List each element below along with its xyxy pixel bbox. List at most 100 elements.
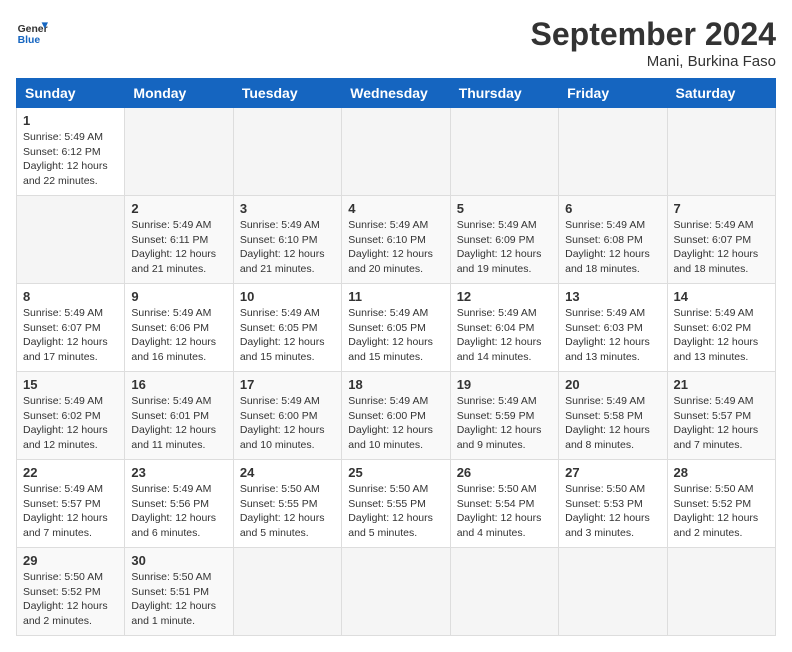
svg-text:Blue: Blue (18, 35, 41, 46)
day-info: Sunrise: 5:49 AMSunset: 6:07 PMDaylight:… (674, 218, 769, 277)
day-number: 24 (240, 465, 335, 480)
calendar-day (450, 548, 558, 636)
calendar-day: 11Sunrise: 5:49 AMSunset: 6:05 PMDayligh… (342, 284, 450, 372)
day-info: Sunrise: 5:49 AMSunset: 6:03 PMDaylight:… (565, 306, 660, 365)
calendar-day: 6 Sunrise: 5:49 AMSunset: 6:08 PMDaylight… (559, 196, 667, 284)
calendar-day: 2 Sunrise: 5:49 AMSunset: 6:11 PMDaylight… (125, 196, 233, 284)
day-info: Sunrise: 5:50 AMSunset: 5:53 PMDaylight:… (565, 482, 660, 541)
day-info: Sunrise: 5:49 AMSunset: 6:00 PMDaylight:… (348, 394, 443, 453)
weekday-header-row: Sunday Monday Tuesday Wednesday Thursday… (17, 79, 776, 108)
calendar-day: 28 Sunrise: 5:50 AMSunset: 5:52 PMDayligh… (667, 460, 775, 548)
day-info: Sunrise: 5:49 AMSunset: 6:10 PMDaylight:… (348, 218, 443, 277)
calendar-day (342, 108, 450, 196)
header-thursday: Thursday (450, 79, 558, 108)
title-area: September 2024 Mani, Burkina Faso (531, 16, 776, 70)
day-number: 22 (23, 465, 118, 480)
week-row: 29Sunrise: 5:50 AMSunset: 5:52 PMDayligh… (17, 548, 776, 636)
day-number: 11 (348, 289, 443, 304)
day-info: Sunrise: 5:49 AMSunset: 6:02 PMDaylight:… (23, 394, 118, 453)
header-friday: Friday (559, 79, 667, 108)
week-row: 2 Sunrise: 5:49 AMSunset: 6:11 PMDaylight… (17, 196, 776, 284)
day-number: 8 (23, 289, 118, 304)
day-number: 13 (565, 289, 660, 304)
calendar-day: 29Sunrise: 5:50 AMSunset: 5:52 PMDayligh… (17, 548, 125, 636)
day-info: Sunrise: 5:49 AMSunset: 5:57 PMDaylight:… (674, 394, 769, 453)
calendar-day: 17 Sunrise: 5:49 AMSunset: 6:00 PMDayligh… (233, 372, 341, 460)
day-info: Sunrise: 5:49 AMSunset: 6:12 PMDaylight:… (23, 130, 118, 189)
month-title: September 2024 (531, 16, 776, 53)
day-info: Sunrise: 5:49 AMSunset: 6:04 PMDaylight:… (457, 306, 552, 365)
day-number: 19 (457, 377, 552, 392)
day-info: Sunrise: 5:49 AMSunset: 6:06 PMDaylight:… (131, 306, 226, 365)
day-number: 23 (131, 465, 226, 480)
calendar-day (125, 108, 233, 196)
day-number: 15 (23, 377, 118, 392)
calendar-day (17, 196, 125, 284)
day-number: 20 (565, 377, 660, 392)
calendar-day: 20Sunrise: 5:49 AMSunset: 5:58 PMDayligh… (559, 372, 667, 460)
day-info: Sunrise: 5:49 AMSunset: 6:10 PMDaylight:… (240, 218, 335, 277)
day-info: Sunrise: 5:50 AMSunset: 5:52 PMDaylight:… (674, 482, 769, 541)
calendar-day: 14 Sunrise: 5:49 AMSunset: 6:02 PMDayligh… (667, 284, 775, 372)
calendar-day (559, 548, 667, 636)
calendar-day: 4 Sunrise: 5:49 AMSunset: 6:10 PMDaylight… (342, 196, 450, 284)
day-number: 1 (23, 113, 118, 128)
logo-icon: General Blue (16, 16, 48, 48)
calendar-day: 15 Sunrise: 5:49 AMSunset: 6:02 PMDayligh… (17, 372, 125, 460)
calendar-day: 19Sunrise: 5:49 AMSunset: 5:59 PMDayligh… (450, 372, 558, 460)
calendar-day: 21Sunrise: 5:49 AMSunset: 5:57 PMDayligh… (667, 372, 775, 460)
calendar-day: 16Sunrise: 5:49 AMSunset: 6:01 PMDayligh… (125, 372, 233, 460)
calendar-day (342, 548, 450, 636)
calendar-day: 9 Sunrise: 5:49 AMSunset: 6:06 PMDaylight… (125, 284, 233, 372)
day-info: Sunrise: 5:50 AMSunset: 5:54 PMDaylight:… (457, 482, 552, 541)
day-number: 7 (674, 201, 769, 216)
calendar-day: 10Sunrise: 5:49 AMSunset: 6:05 PMDayligh… (233, 284, 341, 372)
day-number: 6 (565, 201, 660, 216)
calendar-day: 8 Sunrise: 5:49 AMSunset: 6:07 PMDaylight… (17, 284, 125, 372)
calendar-day (233, 548, 341, 636)
day-info: Sunrise: 5:50 AMSunset: 5:55 PMDaylight:… (240, 482, 335, 541)
day-number: 26 (457, 465, 552, 480)
day-number: 28 (674, 465, 769, 480)
day-info: Sunrise: 5:49 AMSunset: 6:09 PMDaylight:… (457, 218, 552, 277)
location-subtitle: Mani, Burkina Faso (531, 53, 776, 70)
logo: General Blue (16, 16, 52, 48)
week-row: 22 Sunrise: 5:49 AMSunset: 5:57 PMDayligh… (17, 460, 776, 548)
calendar-day: 30 Sunrise: 5:50 AMSunset: 5:51 PMDayligh… (125, 548, 233, 636)
day-info: Sunrise: 5:49 AMSunset: 6:11 PMDaylight:… (131, 218, 226, 277)
calendar-day: 24 Sunrise: 5:50 AMSunset: 5:55 PMDayligh… (233, 460, 341, 548)
header-wednesday: Wednesday (342, 79, 450, 108)
day-number: 17 (240, 377, 335, 392)
calendar-day: 7 Sunrise: 5:49 AMSunset: 6:07 PMDaylight… (667, 196, 775, 284)
page-header: General Blue September 2024 Mani, Burkin… (16, 16, 776, 70)
calendar-day: 13 Sunrise: 5:49 AMSunset: 6:03 PMDayligh… (559, 284, 667, 372)
header-sunday: Sunday (17, 79, 125, 108)
calendar-day: 1 Sunrise: 5:49 AMSunset: 6:12 PMDaylight… (17, 108, 125, 196)
day-info: Sunrise: 5:49 AMSunset: 5:57 PMDaylight:… (23, 482, 118, 541)
calendar-day: 18 Sunrise: 5:49 AMSunset: 6:00 PMDayligh… (342, 372, 450, 460)
day-number: 4 (348, 201, 443, 216)
calendar-day: 27Sunrise: 5:50 AMSunset: 5:53 PMDayligh… (559, 460, 667, 548)
day-info: Sunrise: 5:49 AMSunset: 6:00 PMDaylight:… (240, 394, 335, 453)
day-number: 2 (131, 201, 226, 216)
week-row: 8 Sunrise: 5:49 AMSunset: 6:07 PMDaylight… (17, 284, 776, 372)
day-number: 14 (674, 289, 769, 304)
day-number: 5 (457, 201, 552, 216)
calendar-day (450, 108, 558, 196)
day-info: Sunrise: 5:49 AMSunset: 6:02 PMDaylight:… (674, 306, 769, 365)
day-number: 3 (240, 201, 335, 216)
day-info: Sunrise: 5:49 AMSunset: 6:07 PMDaylight:… (23, 306, 118, 365)
day-info: Sunrise: 5:49 AMSunset: 6:05 PMDaylight:… (240, 306, 335, 365)
calendar-day: 5 Sunrise: 5:49 AMSunset: 6:09 PMDaylight… (450, 196, 558, 284)
calendar-day (559, 108, 667, 196)
header-saturday: Saturday (667, 79, 775, 108)
week-row: 15 Sunrise: 5:49 AMSunset: 6:02 PMDayligh… (17, 372, 776, 460)
day-info: Sunrise: 5:50 AMSunset: 5:55 PMDaylight:… (348, 482, 443, 541)
day-info: Sunrise: 5:49 AMSunset: 6:08 PMDaylight:… (565, 218, 660, 277)
day-number: 30 (131, 553, 226, 568)
day-info: Sunrise: 5:50 AMSunset: 5:52 PMDaylight:… (23, 570, 118, 629)
day-number: 18 (348, 377, 443, 392)
day-info: Sunrise: 5:50 AMSunset: 5:51 PMDaylight:… (131, 570, 226, 629)
day-number: 9 (131, 289, 226, 304)
header-tuesday: Tuesday (233, 79, 341, 108)
